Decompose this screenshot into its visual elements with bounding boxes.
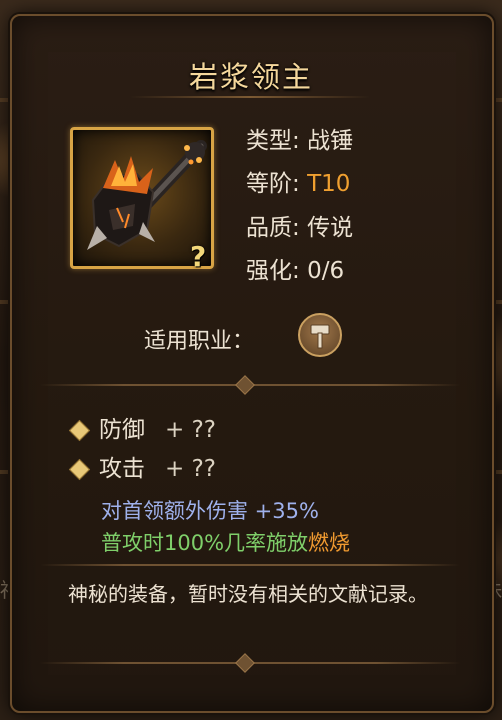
hammer-icon[interactable] [298, 313, 342, 357]
attr-label: 品质: [246, 215, 300, 241]
boss-damage-bonus: 对首领额外伤害 +35% [101, 499, 319, 523]
attr-value: 战锤 [307, 128, 354, 154]
burn-proc-bonus: 普攻时100%几率施放燃烧 [101, 527, 350, 557]
help-icon[interactable]: ? [190, 240, 214, 273]
item-description: 神秘的装备，暂时没有相关的文献记录。 [68, 582, 428, 606]
attr-value: 0/6 [307, 258, 345, 284]
stat-name: 攻击 [99, 456, 145, 482]
proc-text: 普攻时100%几率施放 [101, 531, 309, 555]
burn-effect: 燃烧 [308, 531, 351, 555]
stat-value: + ?? [165, 417, 216, 443]
item-type: 类型: 战锤 [246, 121, 353, 155]
item-quality: 品质: 传说 [246, 208, 353, 242]
attr-label: 类型: [246, 128, 300, 154]
item-name: 岩浆领主 [188, 60, 313, 94]
item-enhance: 强化: 0/6 [246, 251, 344, 285]
applicable-class-label: 适用职业： [144, 329, 255, 354]
stat-value: + ?? [165, 456, 216, 482]
attr-value: 传说 [307, 215, 354, 241]
stat-attack: 攻击 + ?? [68, 449, 216, 483]
section-divider [40, 564, 460, 566]
item-tier: 等阶: T10 [246, 164, 350, 198]
attr-label: 强化: [246, 258, 300, 284]
hammer-glyph [310, 324, 330, 349]
stat-defense: 防御 + ?? [68, 410, 216, 444]
stat-name: 防御 [99, 417, 145, 443]
diamond-bullet-icon [68, 419, 91, 442]
title-underline [130, 96, 370, 98]
attr-label: 等阶: [246, 171, 300, 197]
attr-value: T10 [307, 171, 351, 197]
diamond-bullet-icon [68, 458, 91, 481]
